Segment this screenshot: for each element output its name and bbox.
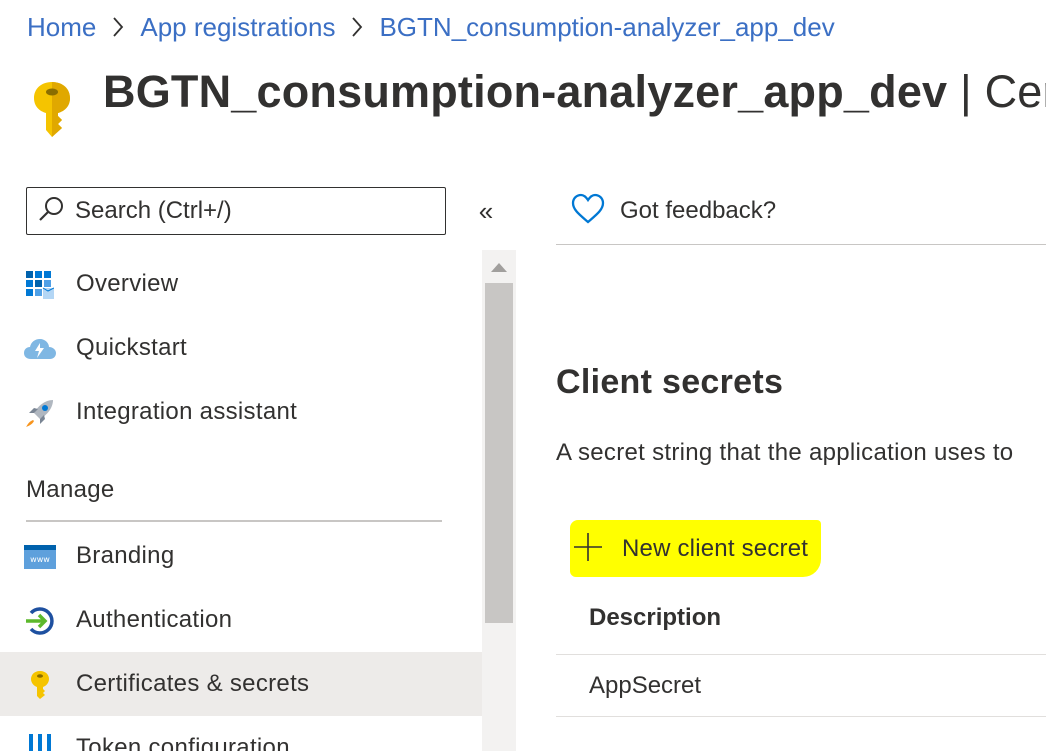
page-title-suffix: | Cert: [960, 66, 1046, 117]
page-title-main: BGTN_consumption-analyzer_app_dev: [103, 66, 948, 117]
authentication-icon: [24, 605, 56, 637]
sidebar-item-label: Token configuration: [76, 734, 290, 751]
sidebar-item-label: Overview: [76, 270, 179, 297]
breadcrumb-app-registrations[interactable]: App registrations: [140, 12, 335, 43]
manage-section-header: Manage: [26, 476, 115, 503]
search-input[interactable]: [75, 197, 435, 225]
breadcrumb-app[interactable]: BGTN_consumption-analyzer_app_dev: [379, 12, 834, 43]
column-header-description: Description: [589, 604, 722, 631]
sidebar-item-quickstart[interactable]: Quickstart: [0, 316, 482, 380]
chevron-right-icon: [335, 16, 379, 38]
sidebar-item-certificates-secrets[interactable]: Certificates & secrets: [0, 652, 482, 716]
page-title: BGTN_consumption-analyzer_app_dev | Cert: [103, 66, 1046, 118]
table-row-divider: [556, 716, 1046, 717]
branding-icon: www: [24, 541, 56, 573]
chevron-right-icon: [96, 16, 140, 38]
token-bars-icon: [24, 733, 56, 751]
breadcrumb-home[interactable]: Home: [27, 12, 96, 43]
overview-grid-icon: [24, 269, 56, 301]
feedback-button[interactable]: Got feedback?: [570, 193, 776, 229]
rocket-icon: [24, 397, 56, 429]
search-icon: [37, 195, 65, 228]
sidebar-item-overview[interactable]: Overview: [0, 252, 482, 316]
svg-text:www: www: [30, 555, 50, 564]
new-client-secret-button[interactable]: New client secret: [572, 530, 808, 568]
sidebar-item-label: Integration assistant: [76, 398, 298, 425]
sidebar-item-integration-assistant[interactable]: Integration assistant: [0, 380, 482, 444]
feedback-label: Got feedback?: [620, 197, 777, 224]
new-client-secret-label: New client secret: [622, 535, 809, 562]
manage-divider: [26, 520, 442, 522]
sidebar-item-label: Branding: [76, 542, 175, 569]
table-header-divider: [556, 654, 1046, 655]
sidebar-scrollbar[interactable]: [482, 250, 516, 751]
sidebar-item-token-configuration[interactable]: Token configuration: [0, 716, 482, 751]
sidebar-item-authentication[interactable]: Authentication: [0, 588, 482, 652]
toolbar-divider: [556, 244, 1046, 245]
heart-icon: [570, 193, 606, 230]
client-secrets-description: A secret string that the application use…: [556, 439, 1014, 466]
sidebar-item-label: Quickstart: [76, 334, 188, 361]
sidebar-item-branding[interactable]: www Branding: [0, 524, 482, 588]
collapse-sidebar-button[interactable]: «: [472, 196, 500, 226]
quickstart-cloud-icon: [24, 333, 56, 365]
key-icon: [32, 80, 72, 138]
sidebar-item-label: Authentication: [76, 606, 233, 633]
search-box[interactable]: [26, 187, 446, 235]
client-secrets-title: Client secrets: [556, 363, 784, 401]
plus-icon: [572, 531, 604, 568]
key-icon: [24, 669, 56, 701]
scroll-up-arrow-icon[interactable]: [482, 256, 516, 278]
scrollbar-thumb[interactable]: [485, 283, 513, 623]
breadcrumb: Home App registrations BGTN_consumption-…: [27, 10, 835, 44]
sidebar-item-label: Certificates & secrets: [76, 670, 310, 697]
table-cell-description: AppSecret: [589, 672, 702, 699]
